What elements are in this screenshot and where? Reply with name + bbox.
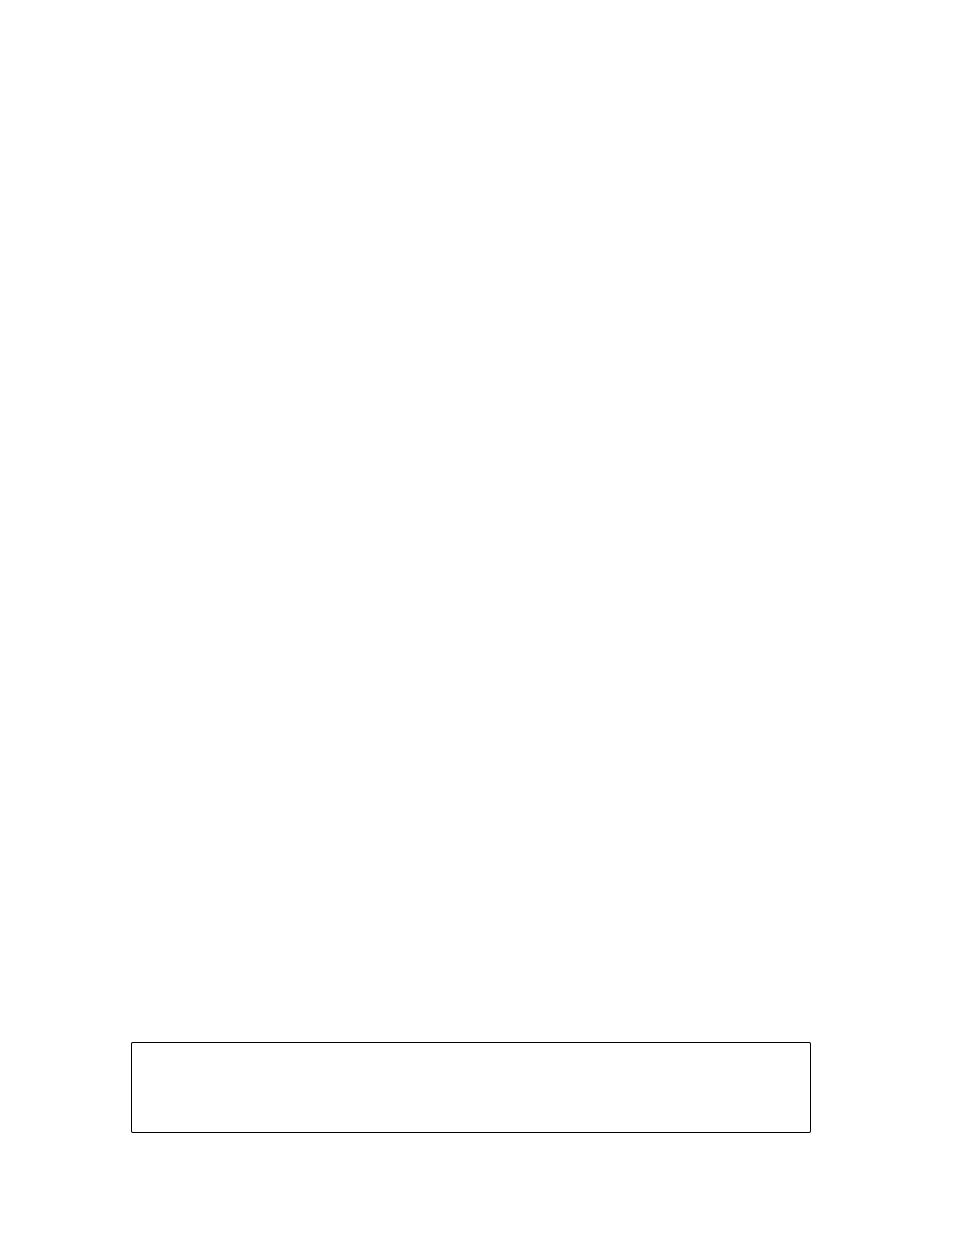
empty-box (131, 1042, 811, 1133)
